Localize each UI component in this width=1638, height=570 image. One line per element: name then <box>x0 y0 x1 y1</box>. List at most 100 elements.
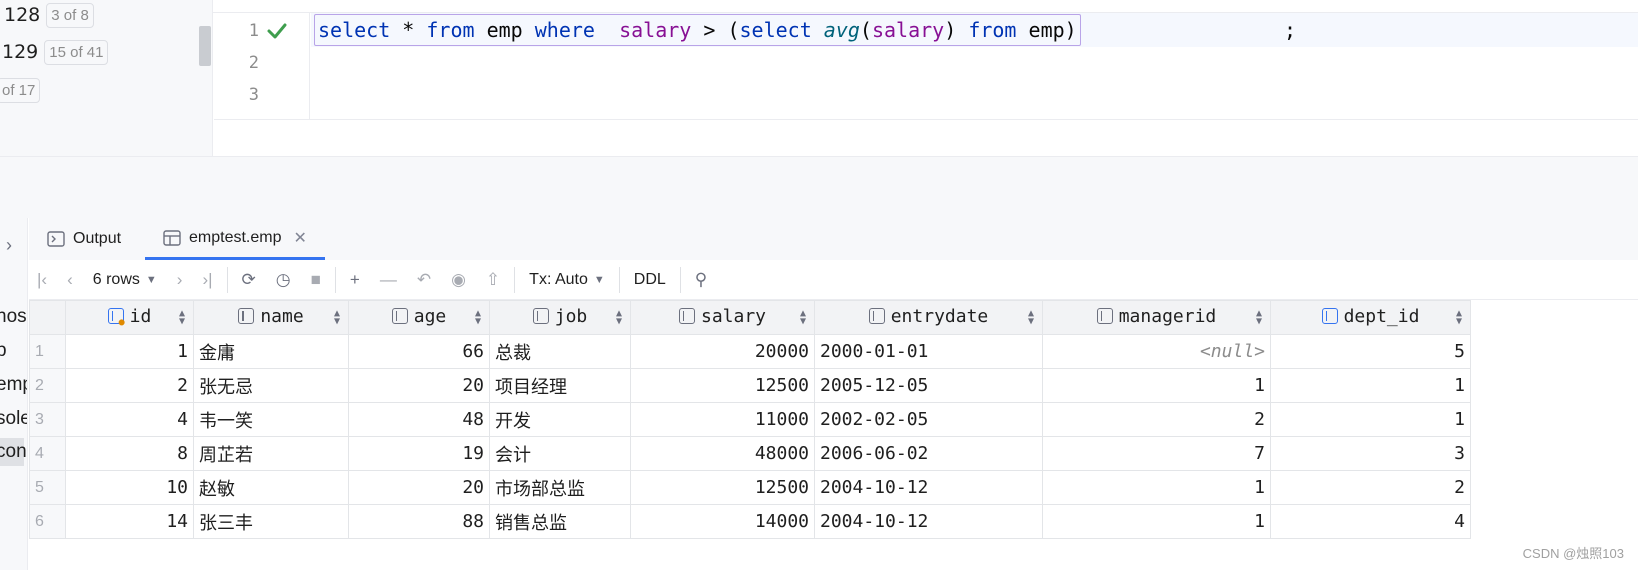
last-page-icon[interactable]: ›| <box>202 270 212 290</box>
column-header-salary[interactable]: salary ▲ ▼ <box>630 300 815 335</box>
cell-managerid[interactable]: 1 <box>1042 504 1271 539</box>
cell-id[interactable]: 4 <box>65 402 194 437</box>
cell-salary[interactable]: 12500 <box>630 368 815 403</box>
left-panel-row[interactable]: 129 15 of 41 <box>2 35 109 69</box>
table-row[interactable]: 2 2 张无忌 20 项目经理 12500 2005-12-05 1 1 <box>29 368 1471 403</box>
table-row[interactable]: 1 1 金庸 66 总裁 20000 2000-01-01 <null> 5 <box>29 334 1471 369</box>
column-header-job[interactable]: job ▲ ▼ <box>489 300 631 335</box>
cell-name[interactable]: 周芷若 <box>193 436 349 471</box>
first-page-icon[interactable]: |‹ <box>37 270 47 290</box>
cell-salary[interactable]: 48000 <box>630 436 815 471</box>
row-count-dropdown[interactable]: 6 rows ▼ <box>93 271 157 289</box>
sort-icon[interactable]: ▲ ▼ <box>800 309 806 327</box>
cell-entrydate[interactable]: 2006-06-02 <box>814 436 1043 471</box>
cell-salary[interactable]: 12500 <box>630 470 815 505</box>
left-panel-row[interactable]: of 17 <box>0 73 41 107</box>
cell-job[interactable]: 销售总监 <box>489 504 631 539</box>
table-row[interactable]: 4 8 周芷若 19 会计 48000 2006-06-02 7 3 <box>29 436 1471 471</box>
cell-salary[interactable]: 20000 <box>630 334 815 369</box>
tab-output[interactable]: Output <box>47 218 121 260</box>
cell-id[interactable]: 14 <box>65 504 194 539</box>
cell-job[interactable]: 项目经理 <box>489 368 631 403</box>
cell-dept-id[interactable]: 2 <box>1270 470 1471 505</box>
cell-entrydate[interactable]: 2004-10-12 <box>814 470 1043 505</box>
cell-age[interactable]: 66 <box>348 334 490 369</box>
left-panel-scrollbar[interactable] <box>199 26 211 66</box>
submit-icon[interactable]: ⇧ <box>486 270 500 290</box>
sort-icon[interactable]: ▲ ▼ <box>1256 309 1262 327</box>
transaction-mode-dropdown[interactable]: Tx: Auto ▼ <box>529 271 605 289</box>
stop-icon[interactable]: ■ <box>311 270 321 290</box>
cell-managerid[interactable]: <null> <box>1042 334 1271 369</box>
sidebar-item[interactable]: emp <box>0 374 27 396</box>
cell-age[interactable]: 48 <box>348 402 490 437</box>
row-number-cell[interactable]: 4 <box>29 436 66 471</box>
cell-dept-id[interactable]: 1 <box>1270 402 1471 437</box>
table-row[interactable]: 6 14 张三丰 88 销售总监 14000 2004-10-12 1 4 <box>29 504 1471 539</box>
cell-job[interactable]: 总裁 <box>489 334 631 369</box>
sort-icon[interactable]: ▲ ▼ <box>1456 309 1462 327</box>
sql-statement[interactable]: select * from emp where salary > (select… <box>314 14 1081 46</box>
refresh-icon[interactable]: ⟳ <box>242 270 256 290</box>
cell-entrydate[interactable]: 2000-01-01 <box>814 334 1043 369</box>
cell-id[interactable]: 10 <box>65 470 194 505</box>
cell-age[interactable]: 20 <box>348 368 490 403</box>
delete-row-icon[interactable]: — <box>380 270 397 290</box>
add-row-icon[interactable]: + <box>350 270 360 290</box>
sql-editor[interactable]: 1 2 3 select * from emp where salary > (… <box>214 13 1638 120</box>
row-number-cell[interactable]: 1 <box>29 334 66 369</box>
previous-page-icon[interactable]: ‹ <box>67 270 73 290</box>
row-number-cell[interactable]: 3 <box>29 402 66 437</box>
cell-entrydate[interactable]: 2005-12-05 <box>814 368 1043 403</box>
close-icon[interactable]: ✕ <box>293 228 306 248</box>
cell-managerid[interactable]: 1 <box>1042 470 1271 505</box>
cell-salary[interactable]: 11000 <box>630 402 815 437</box>
column-header-id[interactable]: ● id ▲ ▼ <box>65 300 194 335</box>
tab-emptest-emp[interactable]: emptest.emp ✕ <box>145 218 325 260</box>
column-header-age[interactable]: age ▲ ▼ <box>348 300 490 335</box>
pin-icon[interactable]: ⚲ <box>695 270 707 290</box>
row-number-cell[interactable]: 2 <box>29 368 66 403</box>
cell-name[interactable]: 韦一笑 <box>193 402 349 437</box>
sidebar-item[interactable]: hos <box>0 306 27 328</box>
column-header-managerid[interactable]: managerid ▲ ▼ <box>1042 300 1271 335</box>
cell-entrydate[interactable]: 2004-10-12 <box>814 504 1043 539</box>
cell-dept-id[interactable]: 4 <box>1270 504 1471 539</box>
view-icon[interactable]: ◉ <box>451 270 466 290</box>
check-icon[interactable] <box>266 21 288 41</box>
table-row[interactable]: 5 10 赵敏 20 市场部总监 12500 2004-10-12 1 2 <box>29 470 1471 505</box>
row-number-cell[interactable]: 5 <box>29 470 66 505</box>
cell-age[interactable]: 19 <box>348 436 490 471</box>
cell-salary[interactable]: 14000 <box>630 504 815 539</box>
cell-managerid[interactable]: 2 <box>1042 402 1271 437</box>
cell-name[interactable]: 张无忌 <box>193 368 349 403</box>
row-number-cell[interactable]: 6 <box>29 504 66 539</box>
column-header-dept-id[interactable]: dept_id ▲ ▼ <box>1270 300 1471 335</box>
cell-age[interactable]: 20 <box>348 470 490 505</box>
cell-dept-id[interactable]: 3 <box>1270 436 1471 471</box>
cell-name[interactable]: 赵敏 <box>193 470 349 505</box>
cell-entrydate[interactable]: 2002-02-05 <box>814 402 1043 437</box>
sort-icon[interactable]: ▲ ▼ <box>1028 309 1034 327</box>
table-row[interactable]: 3 4 韦一笑 48 开发 11000 2002-02-05 2 1 <box>29 402 1471 437</box>
cell-id[interactable]: 8 <box>65 436 194 471</box>
cell-job[interactable]: 会计 <box>489 436 631 471</box>
cell-id[interactable]: 2 <box>65 368 194 403</box>
revert-icon[interactable]: ↶ <box>417 270 431 290</box>
next-page-icon[interactable]: › <box>177 270 183 290</box>
sidebar-item[interactable]: sole <box>0 408 27 430</box>
sidebar-item-selected[interactable]: cons <box>0 438 27 466</box>
chevron-right-icon[interactable]: › <box>6 235 12 256</box>
cell-job[interactable]: 市场部总监 <box>489 470 631 505</box>
sort-icon[interactable]: ▲ ▼ <box>334 309 340 327</box>
sort-icon[interactable]: ▲ ▼ <box>616 309 622 327</box>
sidebar-item[interactable]: p <box>0 340 7 362</box>
cell-name[interactable]: 金庸 <box>193 334 349 369</box>
left-panel-row[interactable]: 128 3 of 8 <box>4 0 94 32</box>
ddl-button[interactable]: DDL <box>634 271 666 289</box>
column-header-entrydate[interactable]: entrydate ▲ ▼ <box>814 300 1043 335</box>
cell-job[interactable]: 开发 <box>489 402 631 437</box>
history-icon[interactable]: ◷ <box>276 270 291 290</box>
column-header-name[interactable]: name ▲ ▼ <box>193 300 349 335</box>
cell-name[interactable]: 张三丰 <box>193 504 349 539</box>
